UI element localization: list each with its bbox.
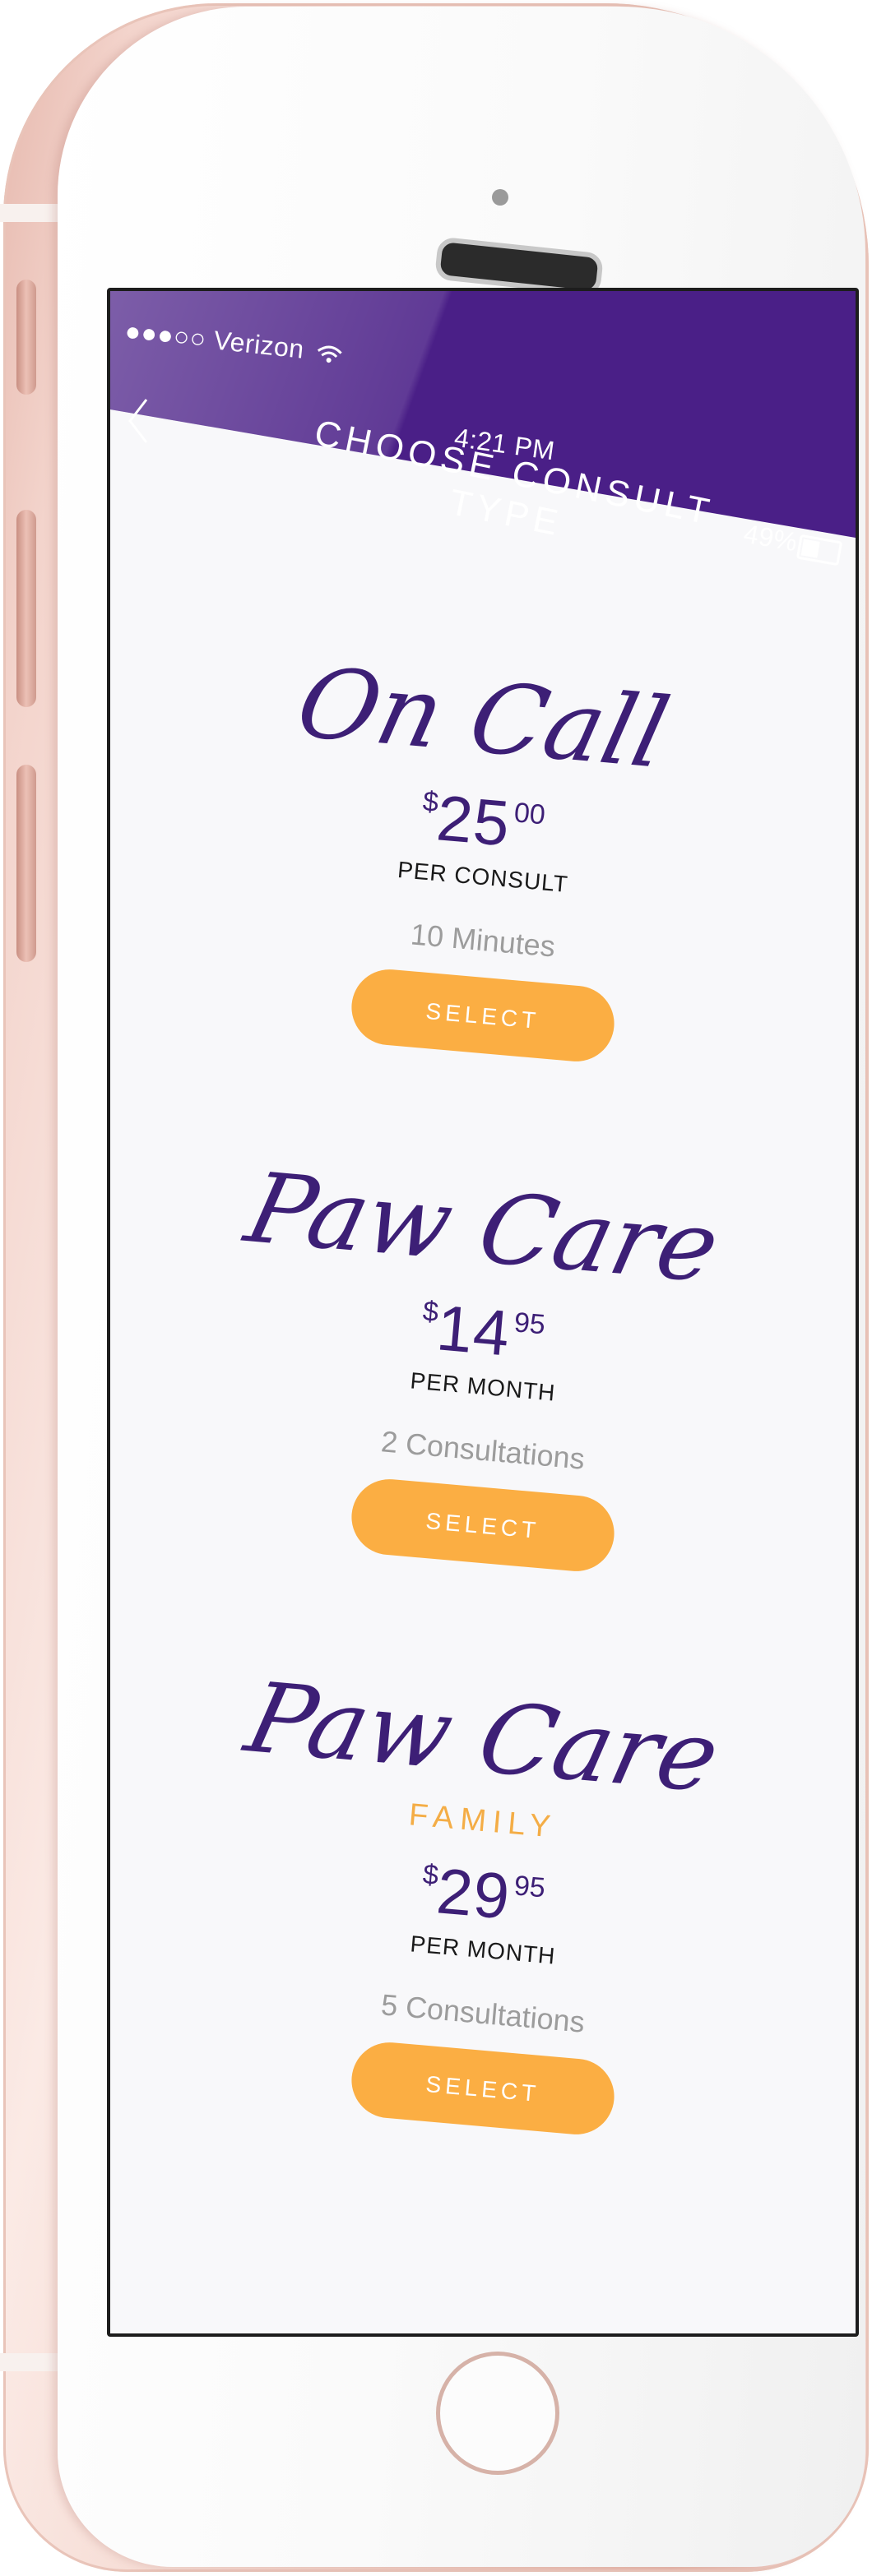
mute-switch[interactable] <box>16 280 36 395</box>
select-paw-care-button[interactable]: SELECT <box>348 1476 618 1575</box>
antenna-band <box>0 204 66 222</box>
proximity-sensor <box>492 189 508 206</box>
price-cents: 00 <box>513 797 547 831</box>
home-button[interactable] <box>436 2352 559 2475</box>
price-dollars: 25 <box>434 781 513 860</box>
plan-card-on-call: On Call $2500 PER CONSULT 10 Minutes SEL… <box>110 646 856 1065</box>
volume-down-button[interactable] <box>16 765 36 962</box>
battery-icon <box>795 534 843 567</box>
price-dollars: 14 <box>434 1291 513 1370</box>
select-paw-care-family-button[interactable]: SELECT <box>348 2039 618 2138</box>
wifi-icon <box>318 345 342 363</box>
app-screen: ●●●○○ Verizon 4:21 PM 49% CHOOSE CONSULT… <box>107 288 859 2337</box>
price-cents: 95 <box>513 1306 547 1341</box>
antenna-band <box>0 2353 66 2371</box>
price-currency: $ <box>421 785 440 819</box>
plan-card-paw-care-family: Paw Care FAMILY $2995 PER MONTH 5 Consul… <box>110 1661 856 2138</box>
chevron-left-icon[interactable] <box>127 396 150 446</box>
volume-up-button[interactable] <box>16 510 36 707</box>
select-on-call-button[interactable]: SELECT <box>348 966 618 1065</box>
price-currency: $ <box>421 1295 440 1329</box>
price-dollars: 29 <box>434 1854 513 1933</box>
price-currency: $ <box>421 1858 440 1892</box>
plan-card-paw-care: Paw Care $1495 PER MONTH 2 Consultations… <box>110 1151 856 1575</box>
price-cents: 95 <box>513 1870 547 1904</box>
